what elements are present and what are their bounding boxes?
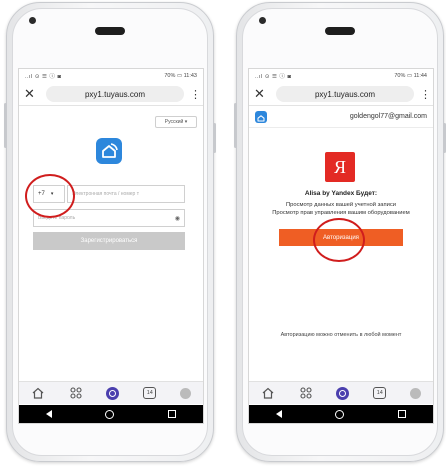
recent-apps-icon[interactable] xyxy=(398,410,407,418)
language-select[interactable]: Русский ▾ xyxy=(155,116,197,128)
account-email: goldengol77@gmail.com xyxy=(349,113,427,120)
battery-time: 70% ▭ 11:44 xyxy=(394,73,427,79)
eye-icon[interactable]: ◉ xyxy=(175,215,180,222)
screen-login: ..ıl ⊙ ☰ ⓘ ◙ 70% ▭ 11:43 ✕ pxy1.tuyaus.c… xyxy=(18,68,204,424)
yandex-logo: Я xyxy=(325,152,355,182)
status-bar: ..ıl ⊙ ☰ ⓘ ◙ 70% ▭ 11:43 xyxy=(19,69,203,83)
volume-button xyxy=(4,103,7,148)
url-field[interactable]: pxy1.tuyaus.com xyxy=(276,86,414,102)
back-icon[interactable] xyxy=(275,410,282,418)
revoke-note: Авторизацию можно отменить в любой момен… xyxy=(280,332,402,338)
more-menu-icon[interactable]: ⋮ xyxy=(420,88,431,101)
email-phone-input[interactable]: Электронная почта / номер т xyxy=(67,185,185,203)
home-icon[interactable] xyxy=(31,386,45,400)
recent-apps-icon[interactable] xyxy=(168,410,177,418)
grid-icon[interactable] xyxy=(299,386,313,400)
android-navigation-bar xyxy=(249,405,433,423)
close-icon[interactable]: ✕ xyxy=(24,86,40,102)
app-tab-bar: 14 xyxy=(19,381,203,404)
front-camera xyxy=(29,17,36,24)
close-icon[interactable]: ✕ xyxy=(254,86,270,102)
highlight-circle-country-code xyxy=(25,174,75,218)
smart-life-logo xyxy=(255,110,267,123)
page-title: Alisa by Yandex Будет: xyxy=(304,190,378,197)
front-camera xyxy=(259,17,266,24)
alice-icon[interactable] xyxy=(106,386,120,400)
highlight-circle-authorize xyxy=(313,218,365,262)
permission-device-control: Просмотр прав управления вашим оборудова… xyxy=(272,210,410,216)
avatar-icon[interactable] xyxy=(410,387,422,399)
authorize-content: goldengol77@gmail.com Я Alisa by Yandex … xyxy=(249,106,433,382)
alice-icon[interactable] xyxy=(336,386,350,400)
house-icon xyxy=(102,143,118,158)
browser-bar: ✕ pxy1.tuyaus.com ⋮ xyxy=(19,83,203,106)
permission-account-data: Просмотр данных вашей учетной записи xyxy=(285,202,396,208)
home-circle-icon[interactable] xyxy=(105,409,115,419)
avatar-icon[interactable] xyxy=(180,387,192,399)
volume-button xyxy=(234,103,237,148)
phone-frame-right: ..ıl ⊙ ☰ ⓘ ◙ 70% ▭ 11:44 ✕ pxy1.tuyaus.c… xyxy=(234,2,446,462)
back-icon[interactable] xyxy=(45,410,52,418)
browser-bar: ✕ pxy1.tuyaus.com ⋮ xyxy=(249,83,433,106)
battery-time: 70% ▭ 11:43 xyxy=(164,73,197,79)
login-content: Русский ▾ +7 ▾ Электронная почта / номер… xyxy=(19,106,203,382)
calendar-icon[interactable]: 14 xyxy=(373,387,387,399)
status-icons: ..ıl ⊙ ☰ ⓘ ◙ xyxy=(25,74,62,80)
earpiece-speaker xyxy=(95,27,125,35)
home-icon[interactable] xyxy=(261,386,275,400)
earpiece-speaker xyxy=(325,27,355,35)
status-icons: ..ıl ⊙ ☰ ⓘ ◙ xyxy=(255,74,292,80)
status-bar: ..ıl ⊙ ☰ ⓘ ◙ 70% ▭ 11:44 xyxy=(249,69,433,83)
more-menu-icon[interactable]: ⋮ xyxy=(190,88,201,101)
account-header: goldengol77@gmail.com xyxy=(249,106,433,128)
app-tab-bar: 14 xyxy=(249,381,433,404)
home-circle-icon[interactable] xyxy=(335,409,345,419)
screen-authorize: ..ıl ⊙ ☰ ⓘ ◙ 70% ▭ 11:44 ✕ pxy1.tuyaus.c… xyxy=(248,68,434,424)
calendar-icon[interactable]: 14 xyxy=(143,387,157,399)
android-navigation-bar xyxy=(19,405,203,423)
register-button[interactable]: Зарегистрироваться xyxy=(33,232,185,250)
house-icon xyxy=(257,114,265,121)
grid-icon[interactable] xyxy=(69,386,83,400)
phone-frame-left: ..ıl ⊙ ☰ ⓘ ◙ 70% ▭ 11:43 ✕ pxy1.tuyaus.c… xyxy=(4,2,216,462)
url-field[interactable]: pxy1.tuyaus.com xyxy=(46,86,184,102)
power-button xyxy=(213,123,216,153)
smart-life-logo xyxy=(96,138,122,164)
